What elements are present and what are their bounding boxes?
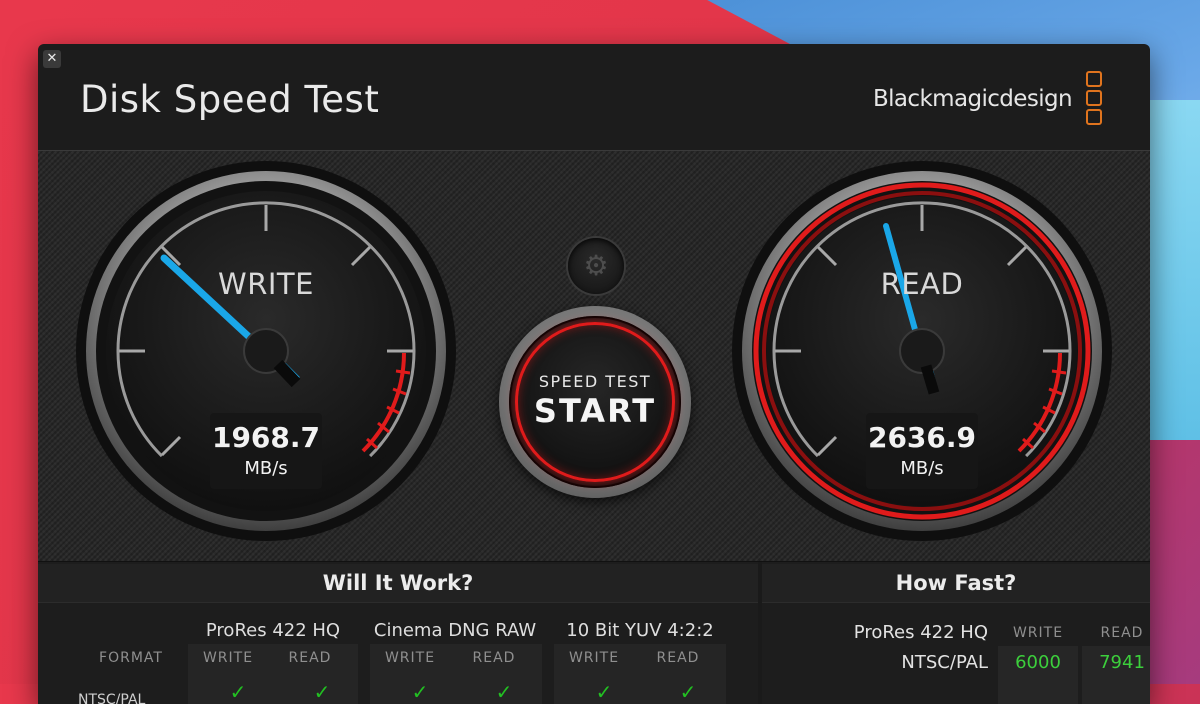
format-row-label: NTSC/PAL <box>78 692 146 704</box>
dng-write-header: WRITE <box>384 650 436 666</box>
yuv-write-header: WRITE <box>568 650 620 666</box>
will-it-work-title: Will It Work? <box>38 564 758 603</box>
results-area: Will It Work? ProRes 422 HQ Cinema DNG R… <box>38 562 1150 704</box>
codec-cinema-dng-raw: Cinema DNG RAW <box>373 620 537 641</box>
settings-button[interactable]: ⚙ <box>568 238 624 294</box>
prores-read-header: READ <box>288 650 332 666</box>
write-speed-value: 1968.7 <box>211 421 321 454</box>
how-fast-row-label: NTSC/PAL <box>901 652 988 673</box>
read-speed-value: 2636.9 <box>867 421 977 454</box>
codec-prores-422-hq: ProRes 422 HQ <box>205 620 341 641</box>
will-it-work-section: Will It Work? ProRes 422 HQ Cinema DNG R… <box>38 562 758 704</box>
how-fast-write-header: WRITE <box>1012 625 1064 641</box>
close-button[interactable]: ✕ <box>43 50 61 68</box>
how-fast-read-value: 7941 <box>1099 652 1145 673</box>
brand-name: Blackmagicdesign <box>872 86 1073 112</box>
gauge-panel: WRITE 1968.7 MB/s READ 2636.9 MB/s ⚙ SPE… <box>38 150 1150 562</box>
gear-icon: ⚙ <box>583 249 609 282</box>
how-fast-write-value: 6000 <box>1015 652 1061 673</box>
how-fast-read-header: READ <box>1100 625 1144 641</box>
format-column-header: FORMAT <box>99 650 163 666</box>
start-subtitle: SPEED TEST <box>538 372 652 391</box>
write-speed-unit: MB/s <box>244 458 288 479</box>
start-button[interactable]: SPEED TEST START <box>499 306 691 498</box>
blackmagic-logo-icon <box>1086 71 1102 128</box>
codec-10bit-yuv: 10 Bit YUV 4:2:2 <box>566 620 714 641</box>
start-button-face: SPEED TEST START <box>509 316 681 488</box>
how-fast-codec: ProRes 422 HQ <box>853 622 988 643</box>
read-readout: 2636.9 MB/s <box>866 413 978 489</box>
start-label: START <box>533 392 657 430</box>
close-icon: ✕ <box>46 51 58 66</box>
how-fast-section: How Fast? ProRes 422 HQ WRITE READ NTSC/… <box>762 562 1150 704</box>
dng-read-header: READ <box>472 650 516 666</box>
page-title: Disk Speed Test <box>80 78 380 121</box>
disk-speed-test-window: ✕ Disk Speed Test Blackmagicdesign WRITE… <box>38 44 1150 704</box>
read-gauge-label: READ <box>880 267 964 301</box>
prores-write-header: WRITE <box>202 650 254 666</box>
write-gauge-label: WRITE <box>218 267 314 301</box>
how-fast-title: How Fast? <box>762 564 1150 603</box>
read-speed-unit: MB/s <box>900 458 944 479</box>
write-readout: 1968.7 MB/s <box>210 413 322 489</box>
yuv-read-header: READ <box>656 650 700 666</box>
